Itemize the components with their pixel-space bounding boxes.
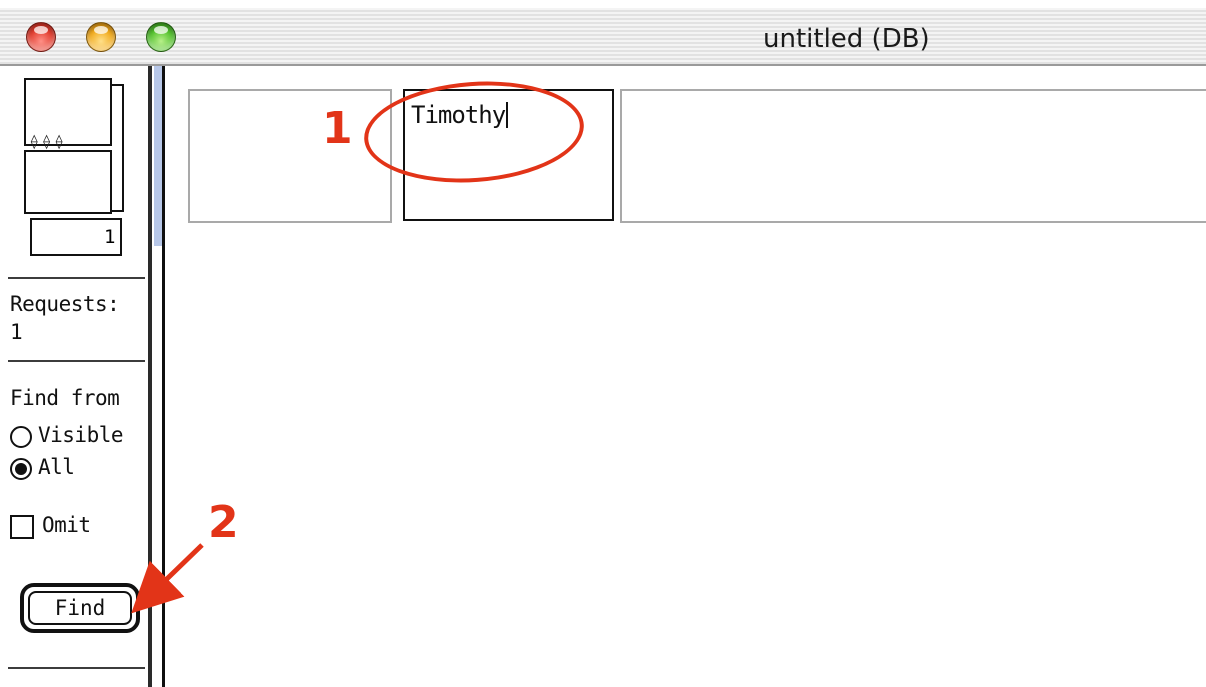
annotation-arrow-icon: [131, 543, 204, 614]
arrow-line: [131, 543, 204, 614]
